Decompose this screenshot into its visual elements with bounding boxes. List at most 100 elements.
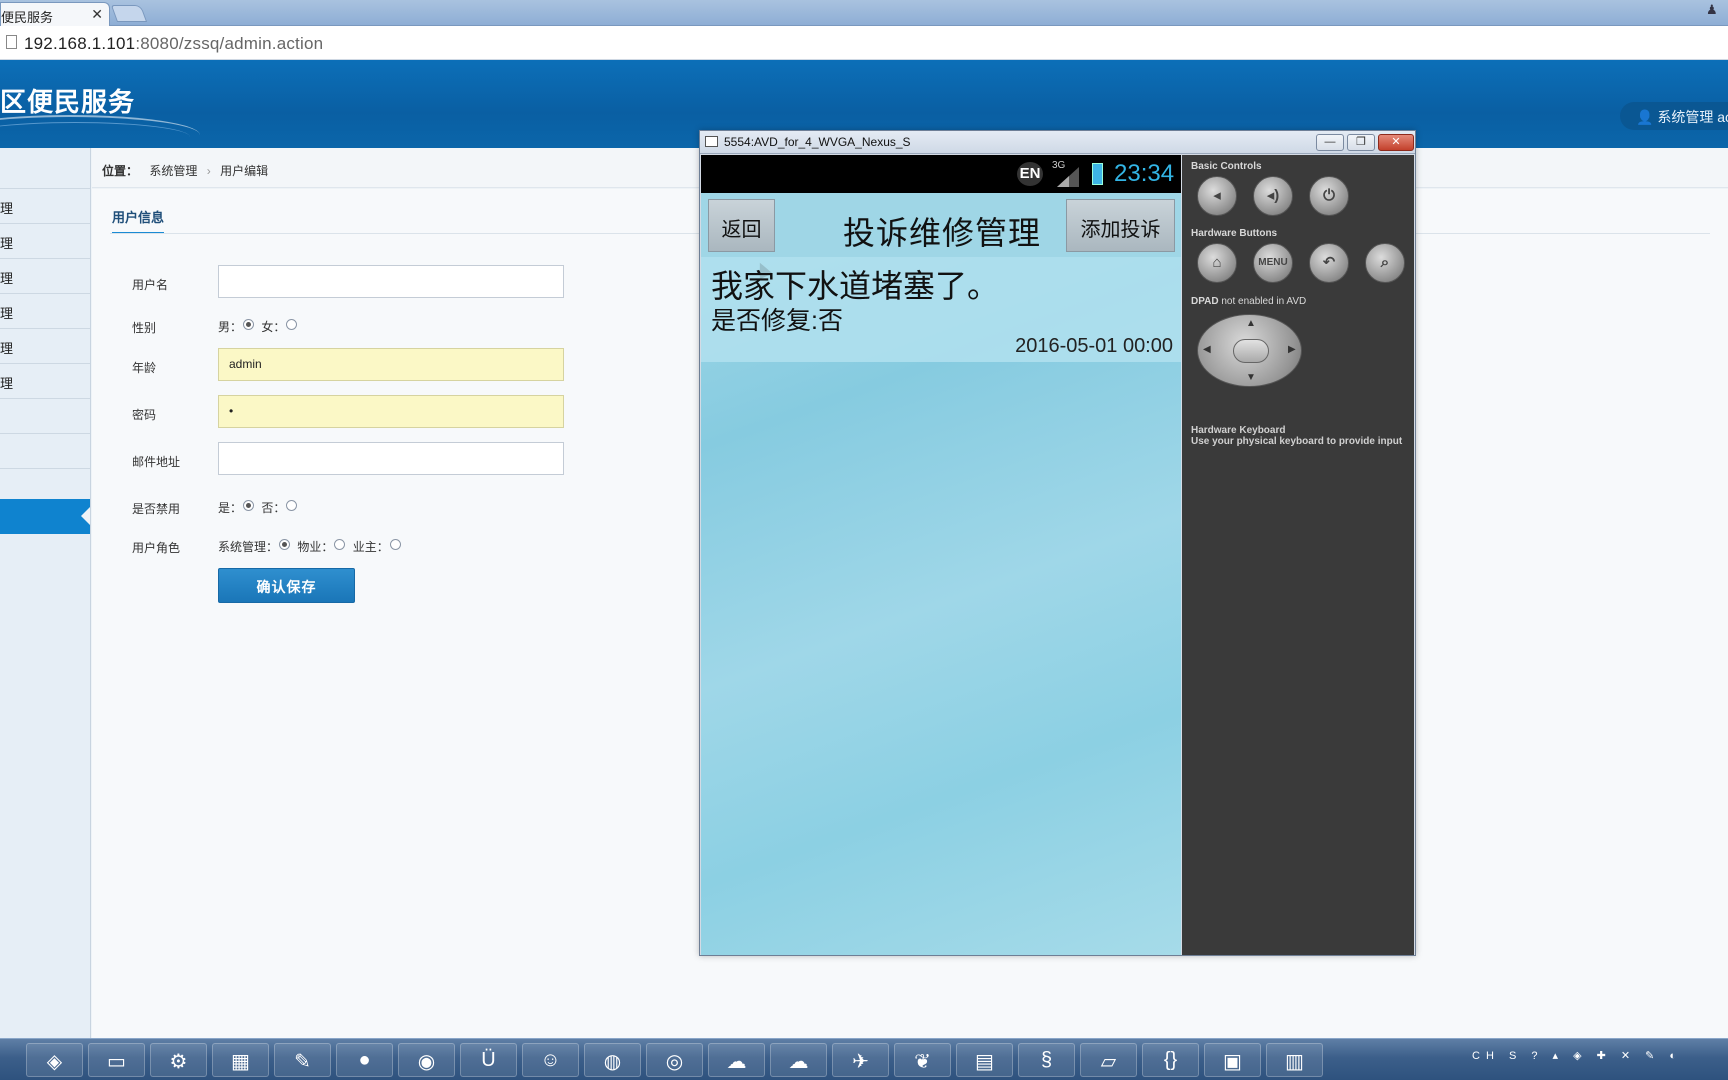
app-title: 投诉维修管理 xyxy=(843,215,1042,251)
username-input[interactable] xyxy=(218,265,564,298)
calculator-icon[interactable]: ▦ xyxy=(212,1043,269,1077)
eclipse-icon[interactable]: ◉ xyxy=(398,1043,455,1077)
sidebar-item[interactable]: 理 xyxy=(0,364,90,399)
pad-icon[interactable]: ▱ xyxy=(1080,1043,1137,1077)
dpad-down-icon[interactable]: ▼ xyxy=(1246,372,1256,383)
add-complaint-button[interactable]: 添加投诉 xyxy=(1066,199,1175,252)
url-path: :8080/zssq/admin.action xyxy=(135,34,324,53)
power-icon[interactable]: ⏻ xyxy=(1309,176,1349,216)
emulator-window: 5554:AVD_for_4_WVGA_Nexus_S — ❐ ✕ EN 3G … xyxy=(699,130,1416,956)
new-tab-button[interactable] xyxy=(110,5,148,22)
home-icon[interactable]: ⌂ xyxy=(1197,243,1237,283)
password-input[interactable]: • xyxy=(218,395,564,428)
gender-male-label: 男： xyxy=(218,320,243,334)
url-host: 192.168.1.101 xyxy=(24,34,136,53)
chrome-icon[interactable]: ◎ xyxy=(646,1043,703,1077)
role-property-radio[interactable] xyxy=(334,539,346,550)
menu-button[interactable]: MENU xyxy=(1253,243,1293,283)
gender-female-radio[interactable] xyxy=(286,319,298,330)
window-icon xyxy=(705,136,718,147)
breadcrumb-item[interactable]: 系统管理 xyxy=(149,164,197,178)
notepad-icon[interactable]: ✎ xyxy=(274,1043,331,1077)
dpad-right-icon[interactable]: ▶ xyxy=(1288,344,1296,355)
cmd-icon[interactable]: ▭ xyxy=(88,1043,145,1077)
disabled-no-label: 否： xyxy=(261,501,286,515)
folder-icon[interactable]: ▤ xyxy=(956,1043,1013,1077)
admin-user-chip[interactable]: 👤 系统管理 ac xyxy=(1620,102,1728,130)
gender-female-label: 女： xyxy=(261,320,286,334)
email-input[interactable] xyxy=(218,442,564,475)
ultraedit-icon[interactable]: Ü xyxy=(460,1043,517,1077)
age-label: 年龄 xyxy=(132,361,157,375)
role-admin-label: 系统管理： xyxy=(218,540,279,554)
tab-user-info[interactable]: 用户信息 xyxy=(112,207,165,234)
dpad-up-icon[interactable]: ▲ xyxy=(1246,318,1256,329)
bird-icon[interactable]: ✈ xyxy=(832,1043,889,1077)
breadcrumb-label: 位置： xyxy=(102,164,139,178)
android-status-bar: EN 3G 23:34 xyxy=(701,155,1181,193)
search-icon[interactable]: ⌕ xyxy=(1365,243,1405,283)
browser-tab[interactable]: 便民服务 ✕ xyxy=(0,2,110,26)
complaint-list-item[interactable]: 我家下水道堵塞了。 是否修复:否 2016-05-01 00:00 xyxy=(701,257,1181,362)
dpad-note: not enabled in AVD xyxy=(1218,296,1307,307)
sidebar-item[interactable] xyxy=(0,434,90,469)
dpad-center-button[interactable] xyxy=(1233,339,1269,363)
site-title: 区便民服务 xyxy=(0,87,136,117)
basic-controls-title: Basic Controls xyxy=(1191,161,1262,172)
dpad[interactable]: ▲ ▼ ◀ ▶ xyxy=(1197,314,1302,387)
sidebar-item[interactable] xyxy=(0,399,90,434)
image-icon[interactable]: ▣ xyxy=(1204,1043,1261,1077)
disabled-yes-label: 是： xyxy=(218,501,243,515)
breadcrumb-separator: › xyxy=(206,164,211,178)
age-input[interactable]: admin xyxy=(218,348,564,381)
document-icon[interactable]: ▥ xyxy=(1266,1043,1323,1077)
cloud-sync-icon[interactable]: ☁ xyxy=(770,1043,827,1077)
complaint-date: 2016-05-01 00:00 xyxy=(1015,335,1173,357)
sidebar-item[interactable]: 理 xyxy=(0,189,90,224)
tab-close-icon[interactable]: ✕ xyxy=(91,6,103,23)
sidebar-item[interactable]: 理 xyxy=(0,259,90,294)
system-tray[interactable]: CH S ? ▴ ◈ ✚ ✕ ✎ ◐ xyxy=(1472,1049,1682,1062)
cloud-icon[interactable]: ☁ xyxy=(708,1043,765,1077)
save-button[interactable]: 确认保存 xyxy=(218,568,355,603)
sidebar-item[interactable]: 理 xyxy=(0,329,90,364)
firefox-icon[interactable]: ◍ xyxy=(584,1043,641,1077)
emulator-titlebar[interactable]: 5554:AVD_for_4_WVGA_Nexus_S — ❐ ✕ xyxy=(700,131,1415,154)
leaf-icon[interactable]: ❦ xyxy=(894,1043,951,1077)
gender-male-radio[interactable] xyxy=(243,319,255,330)
role-label: 用户角色 xyxy=(132,541,181,555)
sidebar-item[interactable]: 理 xyxy=(0,294,90,329)
disabled-label: 是否禁用 xyxy=(132,502,181,516)
admin-label: 系统管理 ac xyxy=(1657,109,1728,125)
role-admin-radio[interactable] xyxy=(279,539,291,550)
braces-icon[interactable]: {} xyxy=(1142,1043,1199,1077)
volume-up-icon[interactable]: ◂) xyxy=(1253,176,1293,216)
dpad-left-icon[interactable]: ◀ xyxy=(1203,344,1211,355)
url-text[interactable]: 192.168.1.101:8080/zssq/admin.action xyxy=(24,34,323,54)
role-owner-radio[interactable] xyxy=(389,539,401,550)
back-button[interactable]: 返回 xyxy=(708,199,775,252)
back-icon[interactable]: ↶ xyxy=(1309,243,1349,283)
app-icon[interactable]: ● xyxy=(336,1043,393,1077)
complaint-repaired-status: 是否修复:否 xyxy=(711,307,843,335)
role-property-label: 物业： xyxy=(297,540,334,554)
close-icon[interactable]: ✕ xyxy=(1378,134,1414,151)
profile-icon[interactable]: ♟ xyxy=(1706,2,1720,18)
volume-down-icon[interactable]: ◂ xyxy=(1197,176,1237,216)
app-s-icon[interactable]: § xyxy=(1018,1043,1075,1077)
sidebar-item[interactable]: 理 xyxy=(0,224,90,259)
user-icon: 👤 xyxy=(1636,109,1658,125)
minimize-icon[interactable]: — xyxy=(1316,134,1344,151)
settings-gear-icon[interactable]: ⚙ xyxy=(150,1043,207,1077)
browser-icon[interactable]: ◈ xyxy=(26,1043,83,1077)
signal-icon xyxy=(1057,167,1079,187)
taskbar: ◈ ▭ ⚙ ▦ ✎ ● ◉ Ü ☺ ◍ ◎ ☁ ☁ ✈ ❦ ▤ § ▱ {} ▣… xyxy=(0,1038,1728,1080)
qq-icon[interactable]: ☺ xyxy=(522,1043,579,1077)
disabled-yes-radio[interactable] xyxy=(243,500,255,511)
address-bar[interactable]: 192.168.1.101:8080/zssq/admin.action xyxy=(0,26,1728,60)
restore-icon[interactable]: ❐ xyxy=(1347,134,1375,151)
disabled-no-radio[interactable] xyxy=(286,500,298,511)
email-label: 邮件地址 xyxy=(132,455,181,469)
role-radio-group: 系统管理： 物业： 业主： xyxy=(218,538,405,555)
sidebar-item-active[interactable] xyxy=(0,499,90,534)
